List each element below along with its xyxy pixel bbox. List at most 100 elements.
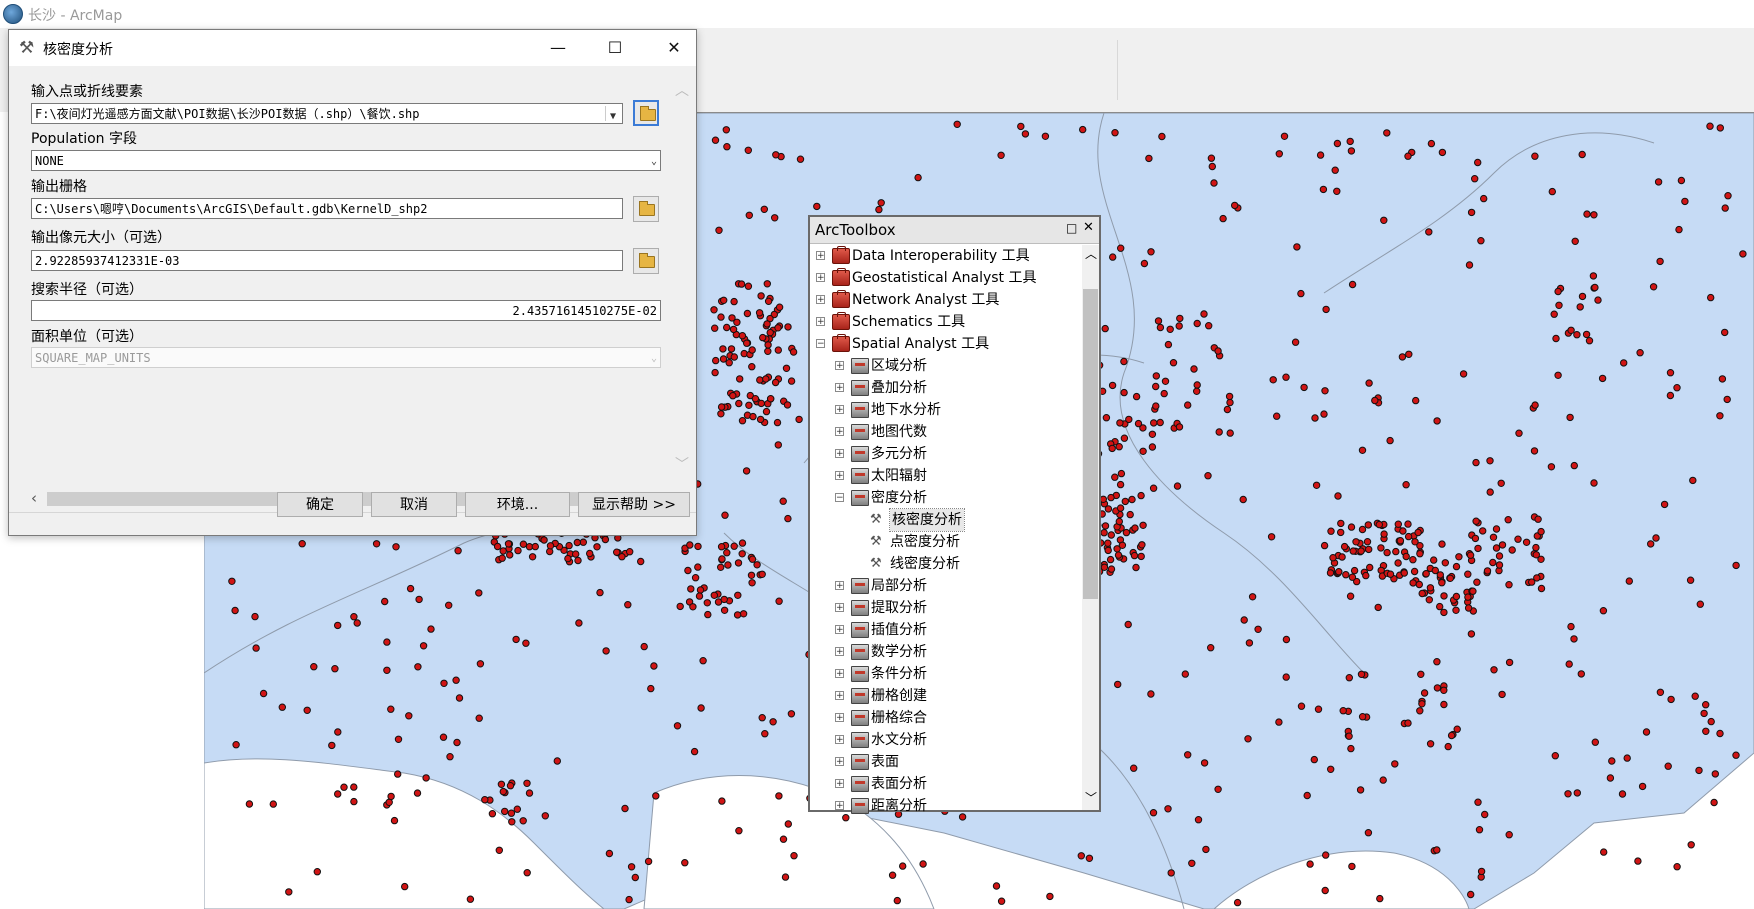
toolset-icon	[851, 798, 869, 814]
toolbox-tree-item[interactable]: + 条件分析	[835, 663, 1076, 685]
poi-point	[1311, 414, 1319, 422]
chevron-down-icon[interactable]: ﹀	[1085, 789, 1097, 806]
expand-icon[interactable]: +	[835, 383, 844, 393]
browse-input-button[interactable]	[633, 100, 659, 126]
toolbox-tree-item[interactable]: + 地下水分析	[835, 399, 1076, 421]
browse-cell-size-button[interactable]	[633, 248, 659, 274]
expand-icon[interactable]: +	[835, 691, 844, 701]
poi-point	[650, 662, 658, 670]
poi-point	[761, 730, 769, 738]
poi-point	[390, 816, 399, 825]
poi-point	[1204, 472, 1212, 480]
scrollbar-thumb[interactable]	[1083, 289, 1098, 599]
toolbox-tree-item[interactable]: + 太阳辐射	[835, 465, 1076, 487]
toolbox-tree-item[interactable]: + 表面	[835, 751, 1076, 773]
poi-point	[1472, 458, 1480, 467]
collapse-icon[interactable]: −	[835, 493, 844, 503]
browse-output-button[interactable]	[633, 196, 659, 222]
close-icon[interactable]: ✕	[1083, 220, 1094, 235]
poi-point	[1193, 319, 1201, 328]
toolbox-icon	[832, 334, 850, 352]
toolbox-tree-item[interactable]: + 叠加分析	[835, 377, 1076, 399]
arctoolbox-window[interactable]: ArcToolbox □ ✕ + Data Interoperability 工具…	[808, 215, 1101, 814]
toolbox-tree-item[interactable]: + 区域分析	[835, 355, 1076, 377]
poi-point	[893, 896, 901, 905]
chevron-up-icon[interactable]: ︿	[1085, 245, 1097, 262]
dialog-vertical-scrollbar[interactable]: ︿ ﹀	[672, 74, 690, 484]
expand-icon[interactable]: +	[816, 295, 825, 305]
toolbox-tree-item[interactable]: + 多元分析	[835, 443, 1076, 465]
toolbox-tree-item[interactable]: − Spatial Analyst 工具	[816, 333, 1076, 355]
expand-icon[interactable]: +	[835, 735, 844, 745]
toolbox-tree-item[interactable]: ⚒ 线密度分析	[854, 553, 1076, 575]
minimize-button[interactable]: —	[536, 30, 580, 66]
toolbox-icon	[832, 246, 850, 264]
expand-icon[interactable]: +	[835, 625, 844, 635]
expand-icon[interactable]: +	[835, 471, 844, 481]
expand-icon[interactable]: +	[835, 581, 844, 591]
expand-icon[interactable]: +	[835, 801, 844, 811]
population-field-select[interactable]: NONE ⌄	[31, 150, 661, 171]
toolbox-scrollbar[interactable]: ︿ ﹀	[1082, 245, 1099, 810]
expand-icon[interactable]: +	[835, 647, 844, 657]
toolbox-tree-item[interactable]: + 局部分析	[835, 575, 1076, 597]
expand-icon[interactable]: +	[835, 603, 844, 613]
toolbox-tree-item[interactable]: + 栅格综合	[835, 707, 1076, 729]
expand-icon[interactable]: +	[835, 779, 844, 789]
kernel-density-dialog[interactable]: ⚒ 核密度分析 — ☐ ✕ 输入点或折线要素 F:\夜间灯光遥感方面文献\POI…	[8, 29, 697, 536]
expand-icon[interactable]: +	[835, 361, 844, 371]
chevron-down-icon[interactable]: ▼	[605, 106, 620, 122]
maximize-button[interactable]: ☐	[593, 30, 637, 66]
toolbox-tree-item[interactable]: + 插值分析	[835, 619, 1076, 641]
expand-icon[interactable]: +	[835, 427, 844, 437]
arctoolbox-header[interactable]: ArcToolbox □ ✕	[810, 217, 1099, 244]
chevron-left-icon[interactable]: ‹	[31, 489, 37, 507]
poi-point	[1702, 701, 1710, 709]
toolbox-tree-item[interactable]: − 密度分析	[835, 487, 1076, 509]
output-raster-field[interactable]: C:\Users\嗯哼\Documents\ArcGIS\Default.gdb…	[31, 198, 623, 219]
chevron-down-icon[interactable]: ﹀	[675, 454, 689, 474]
chevron-up-icon[interactable]: ︿	[675, 80, 689, 100]
toolbox-tree-item[interactable]: + 数学分析	[835, 641, 1076, 663]
toolbox-item-label: 插值分析	[871, 622, 927, 638]
search-radius-field[interactable]: 2.43571614510275E-02	[31, 300, 661, 321]
show-help-button[interactable]: 显示帮助 >>	[578, 492, 690, 517]
chevron-down-icon[interactable]: ⌄	[651, 348, 657, 367]
toolbox-tree-item[interactable]: + Geostatistical Analyst 工具	[816, 267, 1076, 289]
toolbox-tree-item[interactable]: ⚒ 核密度分析	[854, 508, 1076, 532]
toolbox-tree-item[interactable]: + 地图代数	[835, 421, 1076, 443]
toolbox-tree-item[interactable]: + 水文分析	[835, 729, 1076, 751]
toolbox-tree-item[interactable]: + 栅格创建	[835, 685, 1076, 707]
chevron-down-icon[interactable]: ⌄	[651, 151, 657, 170]
cell-size-field[interactable]: 2.92285937412331E-03	[31, 250, 623, 271]
input-features-field[interactable]: F:\夜间灯光遥感方面文献\POI数据\长沙POI数据（.shp）\餐饮.shp…	[31, 103, 623, 124]
expand-icon[interactable]: +	[835, 449, 844, 459]
dialog-title-bar[interactable]: ⚒ 核密度分析 — ☐ ✕	[9, 30, 696, 66]
environments-button[interactable]: 环境...	[465, 492, 570, 517]
expand-icon[interactable]: +	[835, 669, 844, 679]
collapse-icon[interactable]: −	[816, 339, 825, 349]
toolset-icon	[851, 776, 869, 792]
expand-icon[interactable]: +	[835, 405, 844, 415]
expand-icon[interactable]: +	[835, 713, 844, 723]
poi-point	[475, 714, 483, 722]
ok-button[interactable]: 确定	[277, 492, 363, 517]
cancel-button[interactable]: 取消	[371, 492, 457, 517]
toolbox-tree-item[interactable]: + 提取分析	[835, 597, 1076, 619]
expand-icon[interactable]: +	[816, 251, 825, 261]
toolbox-tree-item[interactable]: + 表面分析	[835, 773, 1076, 795]
toolbox-tree-item[interactable]: ⚒ 点密度分析	[854, 531, 1076, 553]
poi-point	[1576, 303, 1584, 311]
close-button[interactable]: ✕	[652, 30, 696, 66]
poi-point	[1402, 552, 1410, 561]
expand-icon[interactable]: +	[835, 757, 844, 767]
toolbox-tree-item[interactable]: + Data Interoperability 工具	[816, 245, 1076, 267]
toolbox-tree-item[interactable]: + 距离分析	[835, 795, 1076, 817]
toolbox-tree-item[interactable]: + Network Analyst 工具	[816, 289, 1076, 311]
poi-point	[1280, 132, 1289, 140]
toolbox-tree-item[interactable]: + Schematics 工具	[816, 311, 1076, 333]
auto-hide-icon[interactable]: □	[1066, 221, 1077, 235]
expand-icon[interactable]: +	[816, 273, 825, 283]
area-units-select[interactable]: SQUARE_MAP_UNITS ⌄	[31, 347, 661, 368]
expand-icon[interactable]: +	[816, 317, 825, 327]
